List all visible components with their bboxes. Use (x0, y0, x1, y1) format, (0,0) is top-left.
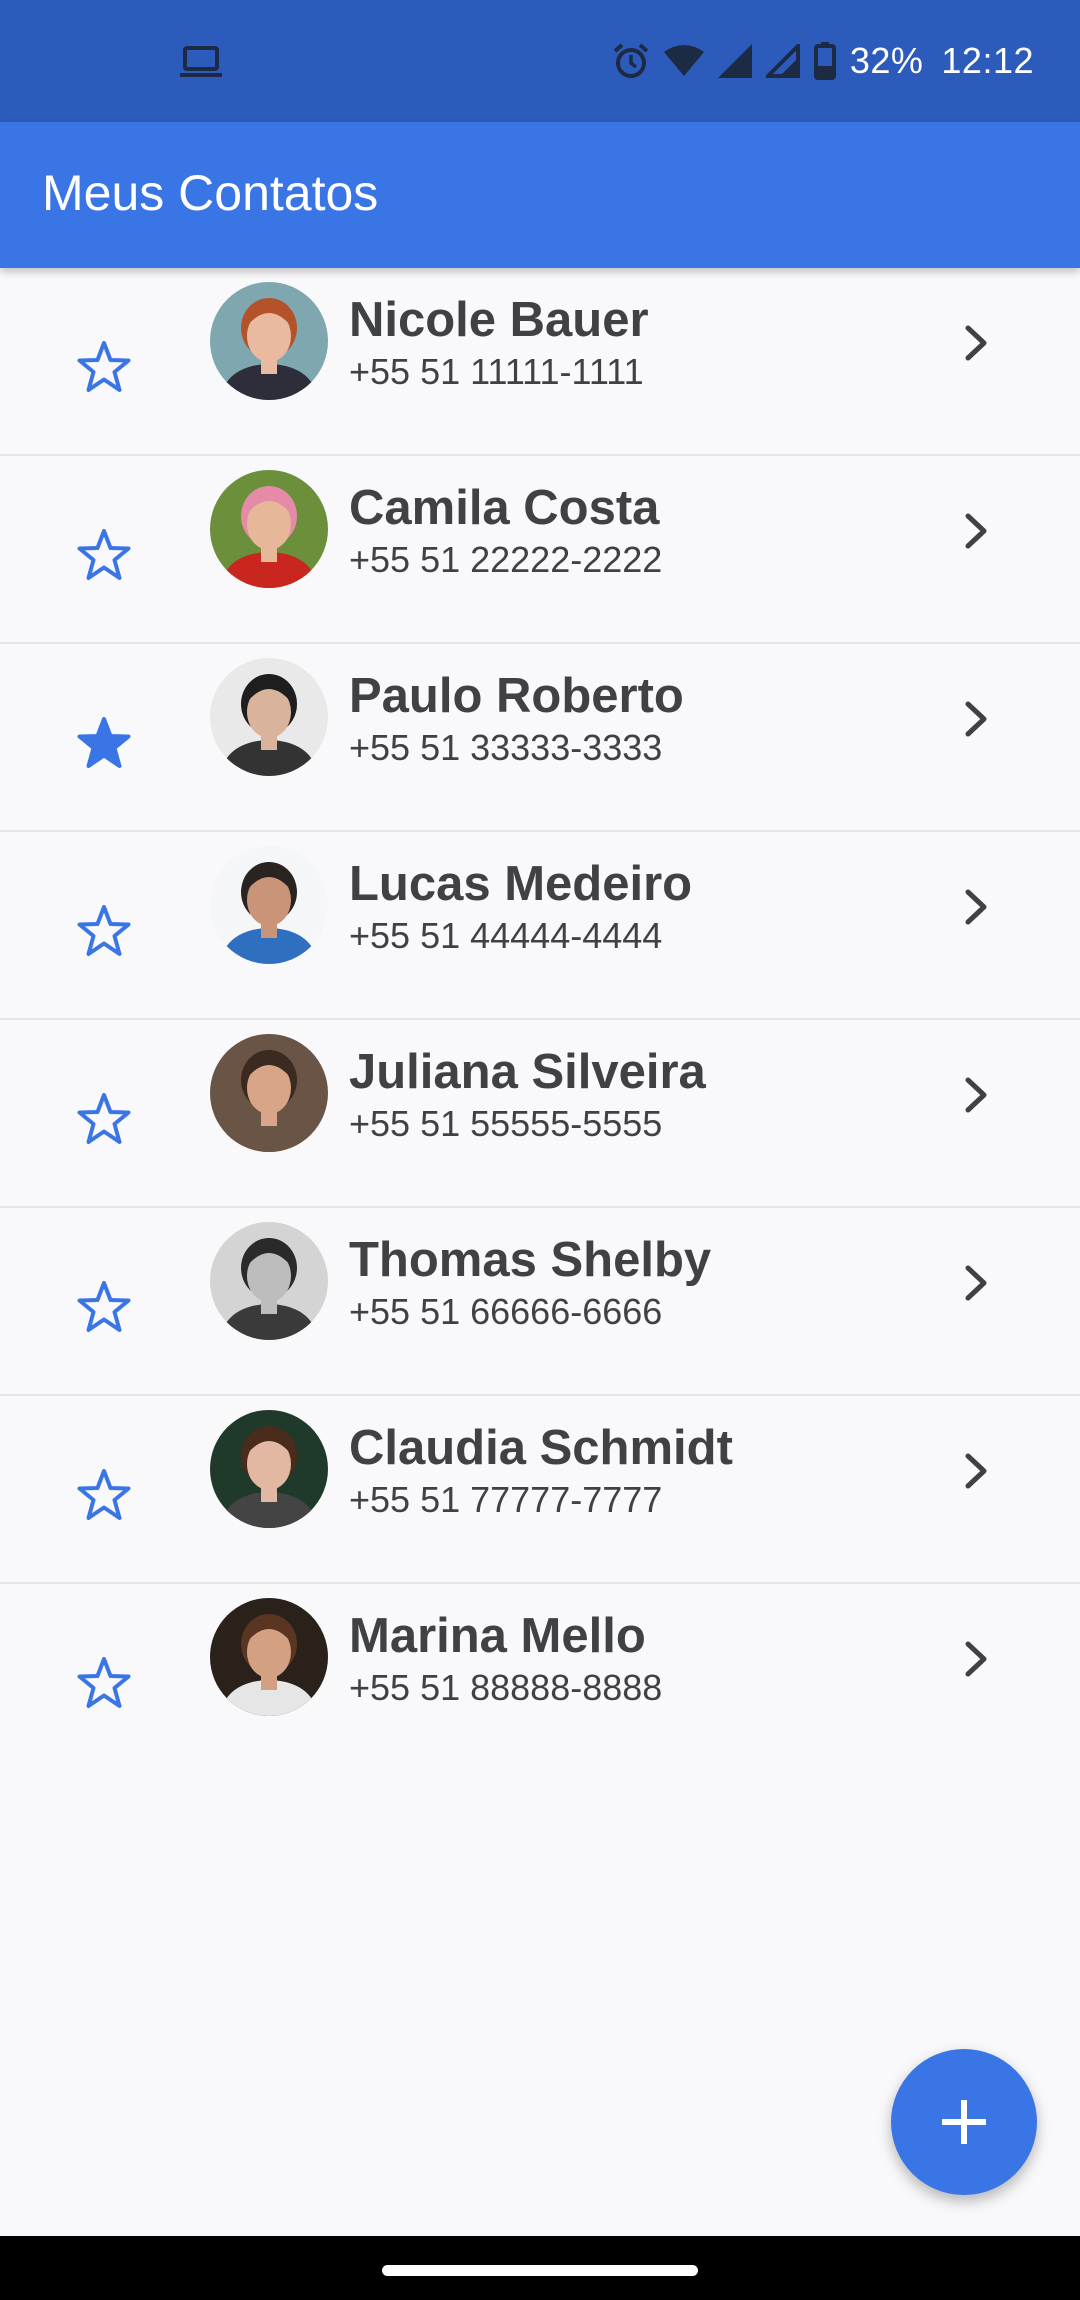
contact-row[interactable]: Paulo Roberto +55 51 33333-3333 (0, 644, 1080, 832)
chevron-right-icon[interactable] (958, 508, 994, 554)
contact-phone: +55 51 22222-2222 (349, 539, 663, 580)
contact-name: Nicole Bauer (349, 293, 649, 347)
chevron-right-icon[interactable] (958, 884, 994, 930)
navigation-bar (0, 2236, 1080, 2300)
contact-phone: +55 51 66666-6666 (349, 1291, 663, 1332)
contact-row[interactable]: Camila Costa +55 51 22222-2222 (0, 456, 1080, 644)
chevron-right-icon[interactable] (958, 696, 994, 742)
contact-name: Juliana Silveira (349, 1045, 706, 1099)
add-contact-button[interactable] (891, 2049, 1037, 2195)
avatar (210, 1598, 328, 1716)
avatar (210, 658, 328, 776)
contact-phone: +55 51 33333-3333 (349, 727, 663, 768)
chevron-right-icon[interactable] (958, 1448, 994, 1494)
contact-name: Camila Costa (349, 481, 660, 535)
status-icons: 32% 12:12 (612, 38, 1034, 84)
contact-name: Marina Mello (349, 1609, 646, 1663)
chevron-right-icon[interactable] (958, 1636, 994, 1682)
contact-row[interactable]: Marina Mello +55 51 88888-8888 (0, 1584, 1080, 1772)
contact-row[interactable]: Claudia Schmidt +55 51 77777-7777 (0, 1396, 1080, 1584)
star-outline-icon[interactable] (74, 1278, 134, 1338)
star-outline-icon[interactable] (74, 902, 134, 962)
star-outline-icon[interactable] (74, 338, 134, 398)
wifi-icon (663, 45, 704, 76)
contact-name: Paulo Roberto (349, 669, 684, 723)
alarm-icon (613, 43, 649, 78)
avatar (210, 846, 328, 964)
chevron-right-icon[interactable] (958, 320, 994, 366)
clock: 12:12 (941, 40, 1034, 81)
avatar (210, 1222, 328, 1340)
contact-row[interactable]: Nicole Bauer +55 51 11111-1111 (0, 268, 1080, 456)
signal-icon (717, 44, 752, 78)
plus-icon (942, 2100, 986, 2144)
contact-phone: +55 51 11111-1111 (349, 351, 644, 392)
contact-row[interactable]: Juliana Silveira +55 51 55555-5555 (0, 1020, 1080, 1208)
chevron-right-icon[interactable] (958, 1260, 994, 1306)
page-title: Meus Contatos (42, 165, 379, 221)
contact-row[interactable]: Lucas Medeiro +55 51 44444-4444 (0, 832, 1080, 1020)
status-bar: 32% 12:12 (0, 0, 1080, 122)
laptop-icon (180, 46, 222, 77)
contact-name: Lucas Medeiro (349, 857, 693, 911)
star-filled-icon[interactable] (74, 714, 134, 774)
contact-phone: +55 51 88888-8888 (349, 1667, 663, 1708)
contact-phone: +55 51 55555-5555 (349, 1103, 663, 1144)
contact-row[interactable]: Thomas Shelby +55 51 66666-6666 (0, 1208, 1080, 1396)
app-bar: Meus Contatos (0, 122, 1080, 268)
avatar (210, 1410, 328, 1528)
star-outline-icon[interactable] (74, 526, 134, 586)
contact-phone: +55 51 44444-4444 (349, 915, 663, 956)
contact-phone: +55 51 77777-7777 (349, 1479, 663, 1520)
battery-percentage: 32% (849, 40, 924, 81)
avatar (210, 470, 328, 588)
contact-list: Nicole Bauer +55 51 11111-1111 Camila Cost… (0, 268, 1080, 1772)
signal-icon (765, 44, 800, 78)
home-gesture-bar[interactable] (382, 2265, 698, 2276)
contact-name: Thomas Shelby (349, 1233, 712, 1287)
avatar (210, 282, 328, 400)
star-outline-icon[interactable] (74, 1654, 134, 1714)
battery-icon (813, 42, 836, 80)
contact-name: Claudia Schmidt (349, 1421, 733, 1475)
avatar (210, 1034, 328, 1152)
star-outline-icon[interactable] (74, 1090, 134, 1150)
chevron-right-icon[interactable] (958, 1072, 994, 1118)
star-outline-icon[interactable] (74, 1466, 134, 1526)
